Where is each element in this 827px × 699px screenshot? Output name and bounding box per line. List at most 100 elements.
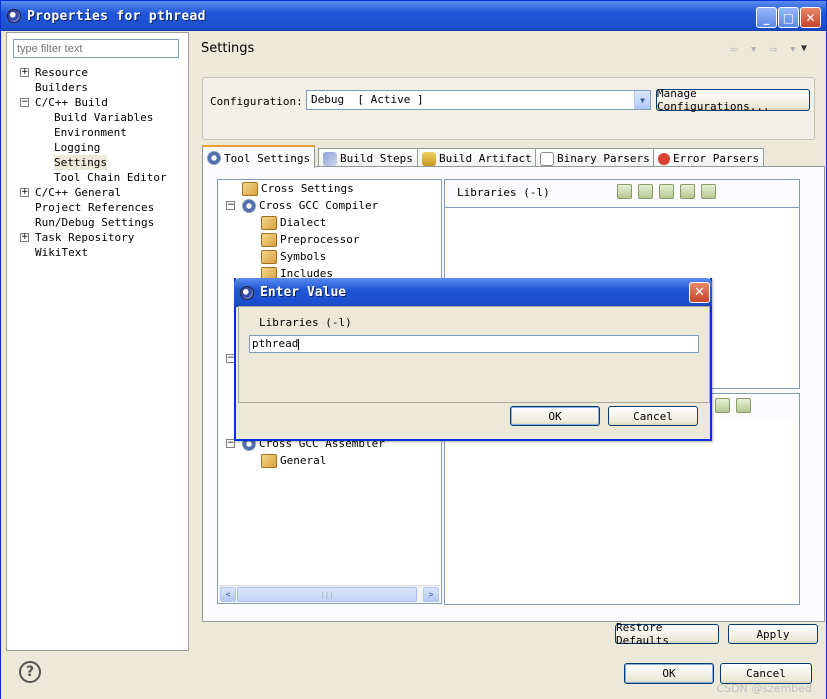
tree-item-settings[interactable]: Settings	[54, 155, 107, 170]
tree-item-builders[interactable]: Builders	[35, 80, 88, 95]
tab-build-artifact-label: Build Artifact	[439, 152, 532, 165]
eclipse-icon	[240, 285, 254, 300]
library-search-path-list[interactable]	[444, 421, 800, 605]
tab-build-steps[interactable]: Build Steps	[318, 148, 418, 167]
trophy-icon	[422, 151, 436, 166]
tab-tool-settings-label: Tool Settings	[224, 151, 311, 165]
tab-binary-parsers[interactable]: Binary Parsers	[535, 148, 655, 167]
preferences-tree-pane: + Resource Builders − C/C++ Build Build …	[6, 32, 189, 651]
libraries-header: Libraries (-l)	[444, 179, 800, 208]
tab-tool-settings[interactable]: Tool Settings	[202, 145, 316, 168]
binary-file-icon	[540, 151, 554, 166]
enter-value-dialog: Enter Value ✕ Libraries (-l) pthread OK …	[234, 278, 712, 441]
tool-item-cross-gcc-compiler[interactable]: Cross GCC Compiler	[242, 197, 378, 214]
move-down-icon[interactable]	[701, 184, 716, 199]
tool-item-label: General	[280, 454, 327, 467]
page-title: Settings	[201, 41, 255, 56]
manage-configurations-button[interactable]: Manage Configurations...	[656, 87, 810, 113]
configuration-group: Configuration: Debug [ Active ] ▼ Manage…	[202, 77, 815, 140]
tree-item-environment[interactable]: Environment	[54, 125, 127, 140]
settings-folder-icon	[261, 453, 277, 468]
tab-build-steps-label: Build Steps	[340, 152, 413, 165]
settings-folder-icon	[261, 215, 277, 230]
minimize-button[interactable]: _	[756, 7, 777, 28]
tree-item-logging[interactable]: Logging	[54, 140, 100, 155]
expand-resource[interactable]: +	[20, 68, 29, 77]
gear-icon	[207, 151, 221, 165]
dialog-title: Enter Value	[260, 285, 347, 300]
window-title: Properties for pthread	[27, 8, 206, 24]
scroll-thumb[interactable]: |||	[237, 587, 417, 602]
tool-item-dialect[interactable]: Dialect	[261, 214, 326, 231]
delete-icon[interactable]	[638, 184, 653, 199]
configuration-value: Debug [ Active ]	[311, 93, 424, 106]
filter-input[interactable]	[13, 39, 179, 58]
help-icon[interactable]: ?	[19, 661, 41, 683]
libraries-label: Libraries (-l)	[457, 186, 550, 199]
text-caret	[298, 338, 300, 350]
tree-item-task-repository[interactable]: Task Repository	[35, 230, 134, 245]
list2-toolbar	[715, 398, 751, 413]
move-up-icon[interactable]	[680, 184, 695, 199]
tab-error-parsers[interactable]: Error Parsers	[653, 148, 765, 167]
tab-build-artifact[interactable]: Build Artifact	[417, 148, 537, 167]
expand-cpp-general[interactable]: +	[20, 188, 29, 197]
tool-item-label: Cross Settings	[261, 182, 354, 195]
expand-task-repository[interactable]: +	[20, 233, 29, 242]
dialog-titlebar[interactable]: Enter Value ✕	[234, 278, 712, 307]
tree-item-run-debug-settings[interactable]: Run/Debug Settings	[35, 215, 154, 230]
tree-item-tool-chain-editor[interactable]: Tool Chain Editor	[54, 170, 167, 185]
dialog-field-label: Libraries (-l)	[259, 316, 352, 329]
cancel-button[interactable]: Cancel	[720, 663, 812, 684]
settings-folder-icon	[261, 232, 277, 247]
tool-item-label: Preprocessor	[280, 233, 360, 246]
configuration-select[interactable]: Debug [ Active ] ▼	[306, 90, 651, 110]
settings-folder-icon	[261, 249, 277, 264]
view-menu-icon[interactable]: ▼	[801, 43, 807, 54]
dialog-close-button[interactable]: ✕	[689, 282, 710, 303]
eclipse-icon	[7, 9, 21, 23]
tree-item-cpp-general[interactable]: C/C++ General	[35, 185, 121, 200]
collapse-cpp-build[interactable]: −	[20, 98, 29, 107]
tool-item-label: Symbols	[280, 250, 327, 263]
tree-item-build-variables[interactable]: Build Variables	[54, 110, 153, 125]
tree-item-cpp-build[interactable]: C/C++ Build	[35, 95, 108, 110]
scroll-right-arrow[interactable]: >	[423, 587, 439, 602]
tool-item-label: Cross GCC Compiler	[259, 199, 379, 212]
tab-binary-parsers-label: Binary Parsers	[557, 152, 650, 165]
collapse-cross-gcc-compiler[interactable]: −	[226, 201, 235, 210]
tree-item-wikitext[interactable]: WikiText	[35, 245, 88, 260]
move-up-icon[interactable]	[715, 398, 730, 413]
ok-button[interactable]: OK	[624, 663, 714, 684]
dialog-cancel-button[interactable]: Cancel	[608, 406, 698, 426]
close-window-button[interactable]: ✕	[800, 7, 821, 28]
edit-icon[interactable]	[659, 184, 674, 199]
settings-folder-icon	[242, 181, 258, 196]
tree-item-resource[interactable]: Resource	[35, 65, 88, 80]
dialog-footer: ? OK Cancel CSDN @szembed	[1, 651, 826, 699]
tool-item-general[interactable]: General	[261, 452, 326, 469]
add-icon[interactable]	[617, 184, 632, 199]
tab-error-parsers-label: Error Parsers	[673, 152, 760, 165]
tool-gear-icon	[242, 198, 256, 213]
build-steps-icon	[323, 151, 337, 166]
move-down-icon[interactable]	[736, 398, 751, 413]
scroll-left-arrow[interactable]: <	[220, 587, 236, 602]
value-input-text: pthread	[252, 337, 299, 350]
window-titlebar[interactable]: Properties for pthread _ □ ✕	[1, 1, 826, 31]
tool-item-symbols[interactable]: Symbols	[261, 248, 326, 265]
horizontal-scrollbar[interactable]: < ||| >	[219, 585, 440, 602]
apply-button[interactable]: Apply	[728, 624, 818, 644]
value-input[interactable]: pthread	[249, 335, 699, 353]
tool-item-cross-settings[interactable]: Cross Settings	[242, 180, 354, 197]
tree-item-project-references[interactable]: Project References	[35, 200, 154, 215]
history-nav-arrows[interactable]: ⇦ ▾ ⇨ ▾	[730, 42, 799, 57]
chevron-down-icon[interactable]: ▼	[634, 91, 650, 109]
maximize-button[interactable]: □	[778, 7, 799, 28]
error-icon	[658, 152, 670, 165]
tool-item-preprocessor[interactable]: Preprocessor	[261, 231, 359, 248]
tool-item-label: Dialect	[280, 216, 327, 229]
dialog-ok-button[interactable]: OK	[510, 406, 600, 426]
configuration-label: Configuration:	[210, 95, 303, 108]
restore-defaults-button[interactable]: Restore Defaults	[615, 621, 719, 647]
